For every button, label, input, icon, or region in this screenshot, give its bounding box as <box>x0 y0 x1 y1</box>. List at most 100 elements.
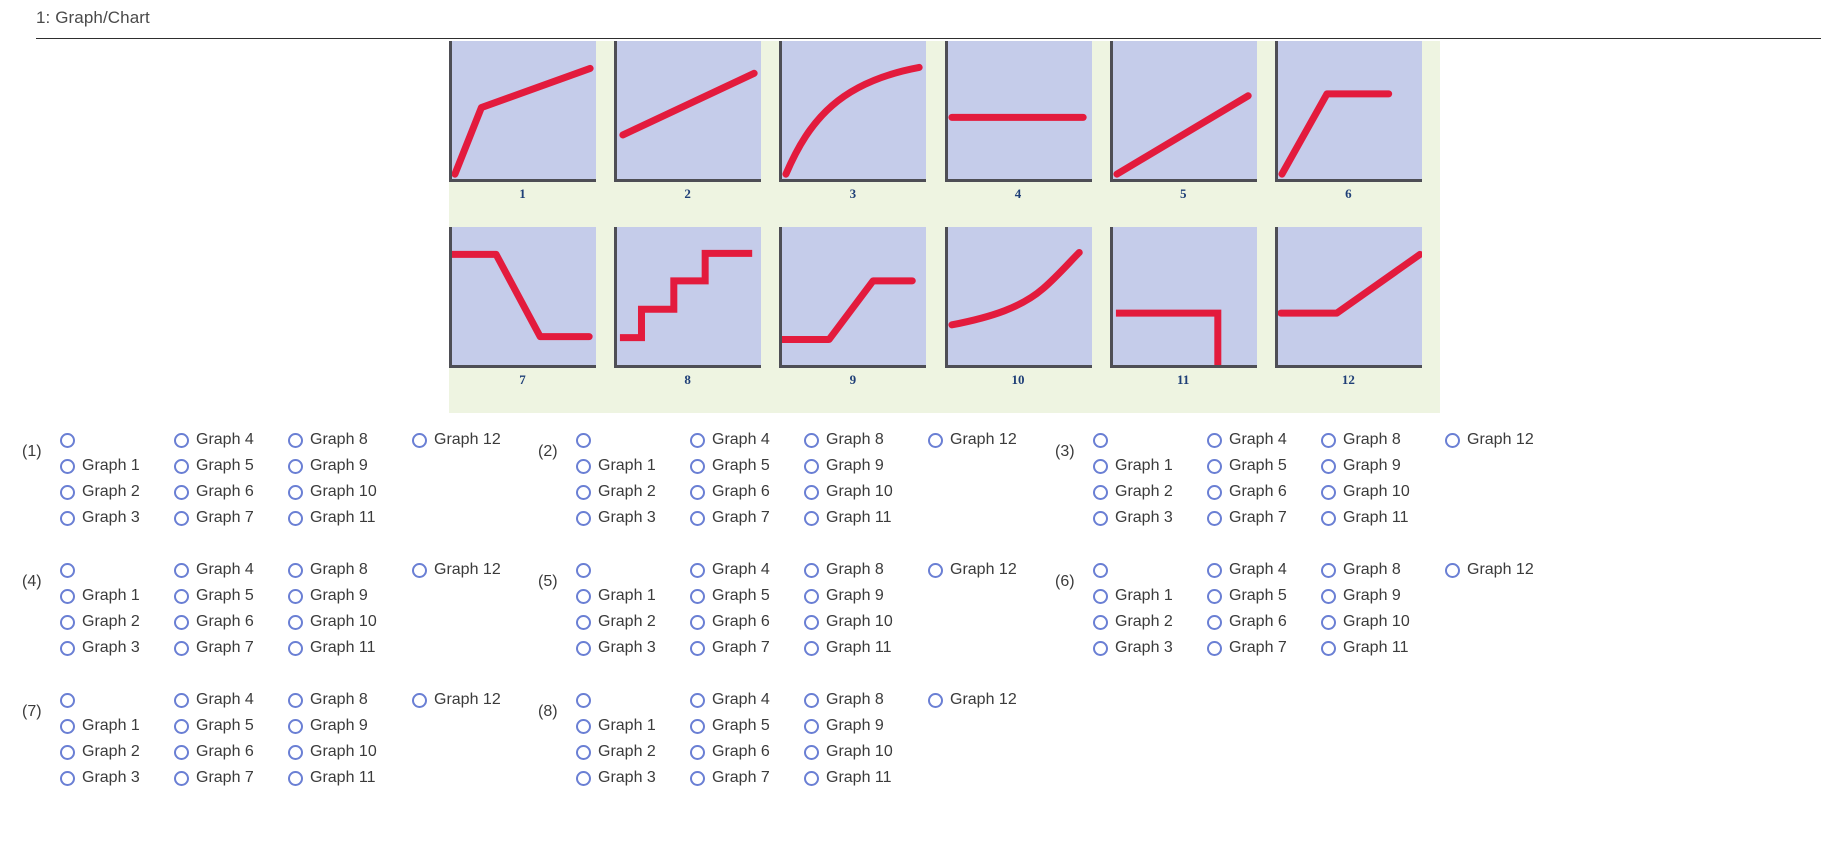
radio-icon[interactable] <box>690 432 705 448</box>
option-g7-graph-2[interactable]: Graph 2 <box>60 739 174 765</box>
radio-icon[interactable] <box>690 692 705 708</box>
option-g2-blank[interactable] <box>576 427 690 453</box>
option-g7-graph-10[interactable]: Graph 10 <box>288 739 412 765</box>
radio-icon[interactable] <box>60 588 75 604</box>
radio-icon[interactable] <box>804 588 819 604</box>
radio-icon[interactable] <box>288 744 303 760</box>
radio-icon[interactable] <box>174 692 189 708</box>
option-g1-graph-8[interactable]: Graph 8 <box>288 427 412 453</box>
radio-icon[interactable] <box>1093 510 1108 526</box>
radio-icon[interactable] <box>1207 562 1222 578</box>
option-g6-graph-5[interactable]: Graph 5 <box>1207 583 1321 609</box>
option-g6-graph-7[interactable]: Graph 7 <box>1207 635 1321 661</box>
radio-icon[interactable] <box>1093 614 1108 630</box>
option-g3-graph-9[interactable]: Graph 9 <box>1321 453 1445 479</box>
option-g2-graph-8[interactable]: Graph 8 <box>804 427 928 453</box>
radio-icon[interactable] <box>1093 588 1108 604</box>
radio-icon[interactable] <box>576 744 591 760</box>
option-g1-graph-1[interactable]: Graph 1 <box>60 453 174 479</box>
option-g3-graph-8[interactable]: Graph 8 <box>1321 427 1445 453</box>
option-g5-blank[interactable] <box>576 557 690 583</box>
option-g6-graph-10[interactable]: Graph 10 <box>1321 609 1445 635</box>
radio-icon[interactable] <box>690 484 705 500</box>
radio-icon[interactable] <box>576 510 591 526</box>
option-g3-graph-1[interactable]: Graph 1 <box>1093 453 1207 479</box>
radio-icon[interactable] <box>288 510 303 526</box>
option-g8-graph-10[interactable]: Graph 10 <box>804 739 928 765</box>
radio-icon[interactable] <box>174 432 189 448</box>
radio-icon[interactable] <box>576 614 591 630</box>
option-g7-graph-3[interactable]: Graph 3 <box>60 765 174 791</box>
radio-icon[interactable] <box>1207 640 1222 656</box>
option-g6-graph-4[interactable]: Graph 4 <box>1207 557 1321 583</box>
radio-icon[interactable] <box>576 484 591 500</box>
radio-icon[interactable] <box>412 692 427 708</box>
option-g2-graph-11[interactable]: Graph 11 <box>804 505 928 531</box>
option-g7-graph-8[interactable]: Graph 8 <box>288 687 412 713</box>
radio-icon[interactable] <box>804 770 819 786</box>
option-g4-graph-8[interactable]: Graph 8 <box>288 557 412 583</box>
option-g2-graph-3[interactable]: Graph 3 <box>576 505 690 531</box>
option-g3-blank[interactable] <box>1093 427 1207 453</box>
radio-icon[interactable] <box>1093 640 1108 656</box>
option-g2-graph-9[interactable]: Graph 9 <box>804 453 928 479</box>
option-g2-graph-10[interactable]: Graph 10 <box>804 479 928 505</box>
radio-icon[interactable] <box>804 718 819 734</box>
radio-icon[interactable] <box>804 692 819 708</box>
radio-icon[interactable] <box>412 432 427 448</box>
option-g4-graph-12[interactable]: Graph 12 <box>412 557 536 583</box>
option-g7-graph-11[interactable]: Graph 11 <box>288 765 412 791</box>
option-g4-graph-7[interactable]: Graph 7 <box>174 635 288 661</box>
option-g4-graph-1[interactable]: Graph 1 <box>60 583 174 609</box>
radio-icon[interactable] <box>804 614 819 630</box>
radio-icon[interactable] <box>690 744 705 760</box>
option-g6-graph-6[interactable]: Graph 6 <box>1207 609 1321 635</box>
option-g5-graph-6[interactable]: Graph 6 <box>690 609 804 635</box>
radio-icon[interactable] <box>804 510 819 526</box>
radio-icon[interactable] <box>576 432 591 448</box>
radio-icon[interactable] <box>174 614 189 630</box>
radio-icon[interactable] <box>1321 562 1336 578</box>
radio-icon[interactable] <box>1207 484 1222 500</box>
radio-icon[interactable] <box>288 770 303 786</box>
option-g5-graph-1[interactable]: Graph 1 <box>576 583 690 609</box>
radio-icon[interactable] <box>690 614 705 630</box>
option-g1-graph-6[interactable]: Graph 6 <box>174 479 288 505</box>
option-g1-graph-12[interactable]: Graph 12 <box>412 427 536 453</box>
radio-icon[interactable] <box>288 458 303 474</box>
radio-icon[interactable] <box>690 640 705 656</box>
radio-icon[interactable] <box>288 484 303 500</box>
radio-icon[interactable] <box>1207 510 1222 526</box>
option-g1-blank[interactable] <box>60 427 174 453</box>
option-g6-graph-3[interactable]: Graph 3 <box>1093 635 1207 661</box>
radio-icon[interactable] <box>690 588 705 604</box>
option-g1-graph-4[interactable]: Graph 4 <box>174 427 288 453</box>
radio-icon[interactable] <box>288 614 303 630</box>
option-g8-graph-5[interactable]: Graph 5 <box>690 713 804 739</box>
radio-icon[interactable] <box>928 692 943 708</box>
option-g7-graph-1[interactable]: Graph 1 <box>60 713 174 739</box>
radio-icon[interactable] <box>412 562 427 578</box>
option-g5-graph-3[interactable]: Graph 3 <box>576 635 690 661</box>
radio-icon[interactable] <box>288 718 303 734</box>
option-g4-graph-9[interactable]: Graph 9 <box>288 583 412 609</box>
option-g7-graph-5[interactable]: Graph 5 <box>174 713 288 739</box>
option-g7-blank[interactable] <box>60 687 174 713</box>
option-g3-graph-7[interactable]: Graph 7 <box>1207 505 1321 531</box>
radio-icon[interactable] <box>576 770 591 786</box>
option-g2-graph-7[interactable]: Graph 7 <box>690 505 804 531</box>
radio-icon[interactable] <box>1321 484 1336 500</box>
option-g4-graph-4[interactable]: Graph 4 <box>174 557 288 583</box>
option-g4-graph-5[interactable]: Graph 5 <box>174 583 288 609</box>
option-g4-graph-3[interactable]: Graph 3 <box>60 635 174 661</box>
option-g2-graph-4[interactable]: Graph 4 <box>690 427 804 453</box>
radio-icon[interactable] <box>60 744 75 760</box>
radio-icon[interactable] <box>1321 640 1336 656</box>
radio-icon[interactable] <box>1321 432 1336 448</box>
option-g8-graph-12[interactable]: Graph 12 <box>928 687 1052 713</box>
radio-icon[interactable] <box>288 432 303 448</box>
option-g8-graph-11[interactable]: Graph 11 <box>804 765 928 791</box>
option-g6-graph-2[interactable]: Graph 2 <box>1093 609 1207 635</box>
radio-icon[interactable] <box>1321 510 1336 526</box>
option-g2-graph-12[interactable]: Graph 12 <box>928 427 1052 453</box>
